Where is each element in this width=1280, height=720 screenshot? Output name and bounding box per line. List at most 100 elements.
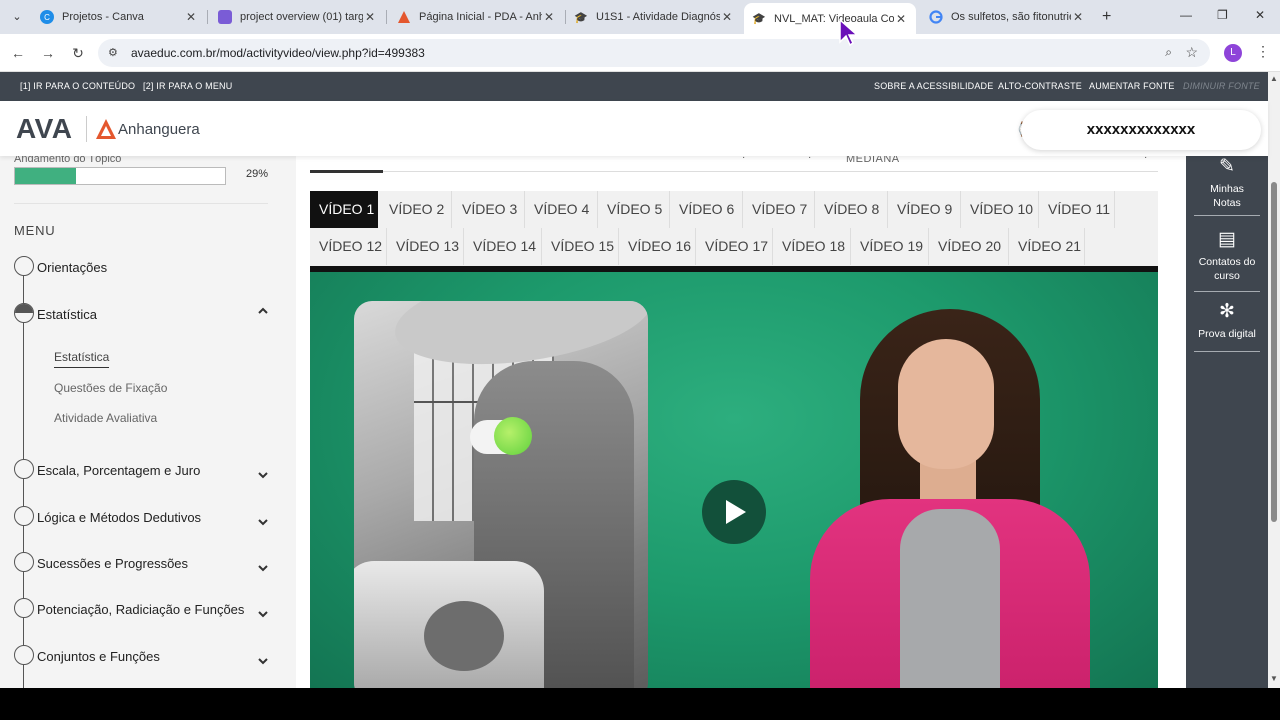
profile-avatar[interactable]: L (1224, 44, 1242, 62)
chevron-up-icon[interactable] (257, 305, 269, 317)
reload-icon[interactable]: ↻ (68, 43, 88, 63)
tab-search-icon[interactable]: ⌄ (8, 8, 26, 26)
user-menu[interactable]: xxxxxxxxxxxxx (1021, 110, 1261, 150)
browser-tab[interactable]: Página Inicial - PDA - Anha ✕ (389, 5, 564, 29)
close-tab-icon[interactable]: ✕ (720, 10, 734, 24)
tab-title: project overview (01) targe (240, 11, 363, 23)
browser-tab[interactable]: project overview (01) targe ✕ (210, 5, 385, 29)
maximize-icon[interactable]: ❐ (1217, 8, 1228, 22)
submenu-item-estatistica[interactable]: Estatística (54, 350, 110, 368)
skip-to-content-link[interactable]: [1] IR PARA O CONTEÚDO (20, 81, 135, 91)
video-tab-5[interactable]: VÍDEO 5 (598, 191, 670, 228)
chevron-down-icon[interactable] (257, 655, 269, 667)
new-tab-icon[interactable]: + (1102, 8, 1111, 26)
chevron-down-icon[interactable] (257, 562, 269, 574)
submenu-item-atividade[interactable]: Atividade Avaliativa (54, 411, 157, 425)
page-scrollbar[interactable]: ▲ ▼ (1268, 72, 1280, 688)
increase-font-link[interactable]: AUMENTAR FONTE (1089, 81, 1175, 91)
video-tab-9[interactable]: VÍDEO 9 (888, 191, 961, 228)
close-tab-icon[interactable]: ✕ (894, 12, 908, 26)
menu-item-escala[interactable]: Escala, Porcentagem e Juro (14, 459, 276, 481)
video-tab-8[interactable]: VÍDEO 8 (815, 191, 888, 228)
video-tab-7[interactable]: VÍDEO 7 (743, 191, 815, 228)
menu-item-logica[interactable]: Lógica e Métodos Dedutivos (14, 506, 276, 528)
page-root: ⌄ C Projetos - Canva ✕ project overview … (0, 0, 1280, 720)
browser-tab[interactable]: Os sulfetos, são fitonutrien ✕ (921, 5, 1093, 29)
url-text[interactable]: avaeduc.com.br/mod/activityvideo/view.ph… (131, 46, 425, 60)
decrease-font-link[interactable]: DIMINUIR FONTE (1183, 81, 1260, 91)
forward-icon[interactable]: → (38, 43, 58, 63)
address-bar[interactable]: ⚙ avaeduc.com.br/mod/activityvideo/view.… (98, 39, 1210, 67)
close-tab-icon[interactable]: ✕ (542, 10, 556, 24)
video-tab-14[interactable]: VÍDEO 14 (464, 228, 542, 265)
scroll-thumb[interactable] (1271, 182, 1277, 522)
about-accessibility-link[interactable]: SOBRE A ACESSIBILIDADE (874, 81, 993, 91)
course-contacts-button[interactable]: ▤ Contatos do curso (1186, 229, 1268, 283)
section-tab-mediana[interactable]: MEDIANA (846, 156, 900, 165)
tab-title: Página Inicial - PDA - Anha (419, 11, 542, 23)
canva-icon: C (40, 10, 54, 24)
close-tab-icon[interactable]: ✕ (1071, 10, 1085, 24)
close-tab-icon[interactable]: ✕ (363, 10, 377, 24)
progress-percent: 29% (246, 168, 269, 180)
video-tab-6[interactable]: VÍDEO 6 (670, 191, 743, 228)
browser-tab-active[interactable]: 🎓 NVL_MAT: Videoaula Conc ✕ (744, 3, 916, 34)
contacts-label-2: curso (1214, 270, 1240, 282)
menu-item-conjuntos[interactable]: Conjuntos e Funções (14, 645, 276, 667)
video-tab-21[interactable]: VÍDEO 21 (1009, 228, 1085, 265)
video-tab-20[interactable]: VÍDEO 20 (929, 228, 1009, 265)
video-tab-4[interactable]: VÍDEO 4 (525, 191, 598, 228)
site-header: AVA Anhanguera ⌚ xxxxxxxxxxxxx (0, 101, 1268, 156)
photo-patient (424, 601, 504, 671)
logo-divider (86, 116, 87, 142)
video-tab-15[interactable]: VÍDEO 15 (542, 228, 619, 265)
browser-menu-icon[interactable]: ⋮ (1256, 43, 1270, 60)
video-tab-18[interactable]: VÍDEO 18 (773, 228, 851, 265)
chevron-down-icon[interactable] (257, 469, 269, 481)
presenter-head (898, 339, 994, 469)
scroll-down-arrow-icon[interactable]: ▼ (1270, 674, 1278, 683)
back-icon[interactable]: ← (8, 43, 28, 63)
menu-item-sucessoes[interactable]: Sucessões e Progressões (14, 552, 276, 574)
video-tab-16[interactable]: VÍDEO 16 (619, 228, 696, 265)
my-notes-button[interactable]: ✎ Minhas Notas (1186, 156, 1268, 210)
ava-logo[interactable]: AVA (16, 113, 72, 145)
browser-toolbar: ← → ↻ ⚙ avaeduc.com.br/mod/activityvideo… (0, 34, 1280, 72)
divider (14, 203, 268, 204)
site-info-icon[interactable]: ⚙ (108, 46, 122, 60)
video-tab-19[interactable]: VÍDEO 19 (851, 228, 929, 265)
minimize-icon[interactable]: — (1180, 8, 1192, 22)
play-button[interactable] (702, 480, 766, 544)
video-tab-3[interactable]: VÍDEO 3 (453, 191, 525, 228)
my-notes-label: Minhas (1210, 183, 1244, 195)
zoom-icon[interactable]: ⌕ (1165, 45, 1172, 60)
submenu-item-questoes[interactable]: Questões de Fixação (54, 381, 167, 395)
tab-title: U1S1 - Atividade Diagnóst (596, 11, 720, 23)
menu-item-orientacoes[interactable]: Orientações (14, 256, 276, 278)
video-player[interactable] (310, 272, 1158, 688)
anhanguera-logo-text: Anhanguera (118, 121, 200, 138)
chevron-down-icon[interactable] (257, 608, 269, 620)
chevron-down-icon[interactable] (257, 516, 269, 528)
browser-tab[interactable]: 🎓 U1S1 - Atividade Diagnóst ✕ (566, 5, 742, 29)
tab-title: Os sulfetos, são fitonutrien (951, 11, 1071, 23)
skip-to-menu-link[interactable]: [2] IR PARA O MENU (143, 81, 232, 91)
scroll-up-arrow-icon[interactable]: ▲ (1270, 74, 1278, 83)
high-contrast-link[interactable]: ALTO-CONTRASTE (998, 81, 1082, 91)
video-tab-2[interactable]: VÍDEO 2 (380, 191, 452, 228)
right-rail: ✎ Minhas Notas ▤ Contatos do curso ✻ Pro… (1186, 156, 1268, 688)
video-tab-13[interactable]: VÍDEO 13 (387, 228, 464, 265)
browser-tab[interactable]: C Projetos - Canva ✕ (32, 5, 206, 29)
menu-title: MENU (14, 223, 56, 238)
close-window-icon[interactable]: ✕ (1255, 8, 1265, 22)
digital-exam-button[interactable]: ✻ Prova digital (1186, 301, 1268, 341)
video-tab-17[interactable]: VÍDEO 17 (696, 228, 773, 265)
video-tab-10[interactable]: VÍDEO 10 (961, 191, 1039, 228)
menu-item-potenciacao[interactable]: Potenciação, Radiciação e Funções (14, 598, 276, 620)
video-tab-11[interactable]: VÍDEO 11 (1039, 191, 1115, 228)
menu-item-estatistica[interactable]: Estatística (14, 303, 276, 325)
close-tab-icon[interactable]: ✕ (184, 10, 198, 24)
bookmark-star-icon[interactable]: ☆ (1185, 44, 1198, 61)
video-tab-12[interactable]: VÍDEO 12 (310, 228, 387, 265)
video-tab-1[interactable]: VÍDEO 1 (310, 191, 378, 228)
